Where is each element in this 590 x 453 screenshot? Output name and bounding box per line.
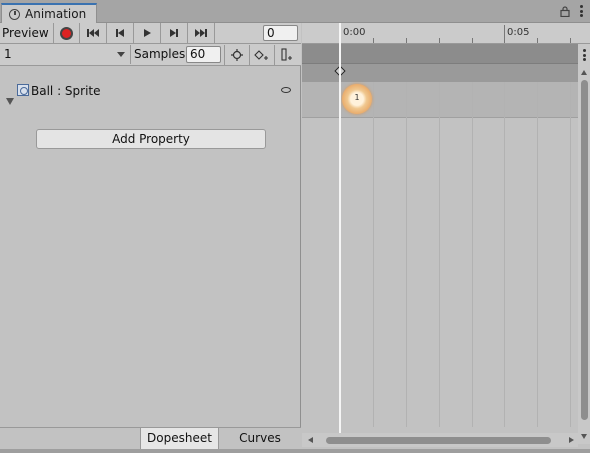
grid-line [472, 82, 473, 427]
play-icon [144, 29, 151, 37]
first-keyframe-button[interactable] [80, 23, 107, 43]
clip-name: 1 [4, 47, 12, 61]
window-tab-bar: Animation [0, 0, 590, 23]
scroll-down-icon[interactable] [581, 434, 587, 439]
window-bottom-edge [0, 449, 590, 453]
crosshair-icon [231, 49, 243, 61]
preview-button[interactable]: Preview [0, 23, 54, 43]
samples-label: Samples [134, 47, 186, 61]
tab-title: Animation [25, 7, 87, 21]
ruler-minor-tick [570, 38, 571, 43]
current-frame-input[interactable]: 0 [263, 25, 298, 41]
sprite-renderer-icon [17, 84, 29, 96]
playhead[interactable] [339, 23, 341, 443]
property-label: Ball : Sprite [31, 84, 101, 98]
previous-keyframe-button[interactable] [107, 23, 134, 43]
clip-dropdown[interactable]: 1 [0, 45, 131, 64]
keyframe-label: 1 [354, 93, 360, 102]
lock-icon[interactable] [560, 6, 570, 17]
grid-line [406, 82, 407, 427]
kebab-menu-icon[interactable] [582, 49, 586, 61]
animation-window-tab[interactable]: Animation [1, 3, 97, 23]
grid-line [537, 82, 538, 427]
grid-line [439, 82, 440, 427]
kebab-menu-icon[interactable] [577, 5, 585, 17]
time-ruler[interactable]: 0:00 0:05 [302, 23, 590, 44]
ruler-minor-tick [472, 38, 473, 43]
grid-line [504, 82, 505, 427]
scroll-up-icon[interactable] [581, 70, 587, 75]
events-row[interactable] [302, 44, 578, 63]
tab-curves[interactable]: Curves [218, 428, 301, 450]
playback-toolbar: Preview 0 [0, 23, 301, 44]
play-button[interactable] [134, 23, 161, 43]
ruler-major-tick [504, 25, 505, 43]
ruler-minor-tick [373, 38, 374, 43]
next-keyframe-icon [170, 29, 178, 37]
previous-keyframe-icon [116, 29, 124, 37]
hierarchy-panel: Preview 0 1 Samples 60 Ball: Sprite Add… [0, 23, 301, 450]
scroll-right-icon[interactable] [569, 437, 574, 443]
foldout-arrow-icon[interactable] [6, 98, 14, 105]
clip-toolbar: 1 Samples 60 [0, 44, 301, 66]
record-icon [60, 26, 73, 40]
add-event-button[interactable] [274, 45, 299, 65]
record-button[interactable] [54, 23, 80, 43]
horizontal-scrollbar[interactable] [302, 433, 578, 447]
clock-icon [9, 8, 20, 20]
property-row[interactable]: Ball : Sprite [0, 67, 301, 117]
ruler-minor-tick [406, 38, 407, 43]
add-keyframe-icon [254, 50, 268, 60]
horizontal-scroll-thumb[interactable] [326, 437, 551, 444]
vertical-scrollbar[interactable] [578, 44, 590, 444]
chevron-down-icon [117, 52, 125, 57]
sprite-keyframe[interactable]: 1 [342, 84, 372, 114]
last-keyframe-icon [195, 29, 207, 37]
vertical-scroll-thumb[interactable] [581, 80, 588, 420]
ruler-minor-tick [537, 38, 538, 43]
samples-input[interactable]: 60 [186, 46, 221, 63]
add-property-button[interactable]: Add Property [36, 129, 266, 149]
ruler-minor-tick [439, 38, 440, 43]
grid-line [570, 82, 571, 427]
next-keyframe-button[interactable] [161, 23, 188, 43]
first-keyframe-icon [87, 29, 99, 37]
add-keyframe-button[interactable] [249, 45, 274, 65]
snap-button[interactable] [224, 45, 249, 65]
grid-line [373, 82, 374, 427]
dopesheet-timeline[interactable]: 0:00 0:05 1 [302, 23, 590, 449]
tab-dopesheet[interactable]: Dopesheet [140, 428, 218, 450]
view-mode-tabs: Dopesheet Curves [0, 427, 301, 450]
last-keyframe-button[interactable] [188, 23, 215, 43]
tick-label-end: 0:05 [507, 27, 530, 38]
tick-label-start: 0:00 [343, 27, 366, 38]
add-event-icon [281, 48, 292, 61]
property-options-icon[interactable] [281, 87, 291, 93]
scroll-left-icon[interactable] [308, 437, 313, 443]
